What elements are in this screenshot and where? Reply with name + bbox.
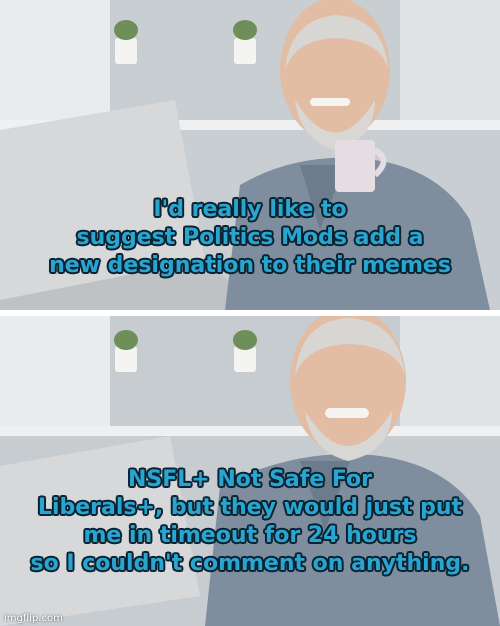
imgflip-watermark: imgflip.com xyxy=(4,613,63,624)
potted-plant-left xyxy=(114,20,138,64)
top-caption: I'd really like to suggest Politics Mods… xyxy=(49,197,451,278)
bottom-caption: NSFL+ Not Safe For Liberals+, but they w… xyxy=(30,467,470,576)
potted-plant-right xyxy=(233,330,257,372)
meme-panel-top: I'd really like to suggest Politics Mods… xyxy=(0,0,500,310)
meme-panel-bottom: NSFL+ Not Safe For Liberals+, but they w… xyxy=(0,316,500,626)
potted-plant-right xyxy=(233,20,257,64)
potted-plant-left xyxy=(114,330,138,372)
meme-image: I'd really like to suggest Politics Mods… xyxy=(0,0,500,626)
